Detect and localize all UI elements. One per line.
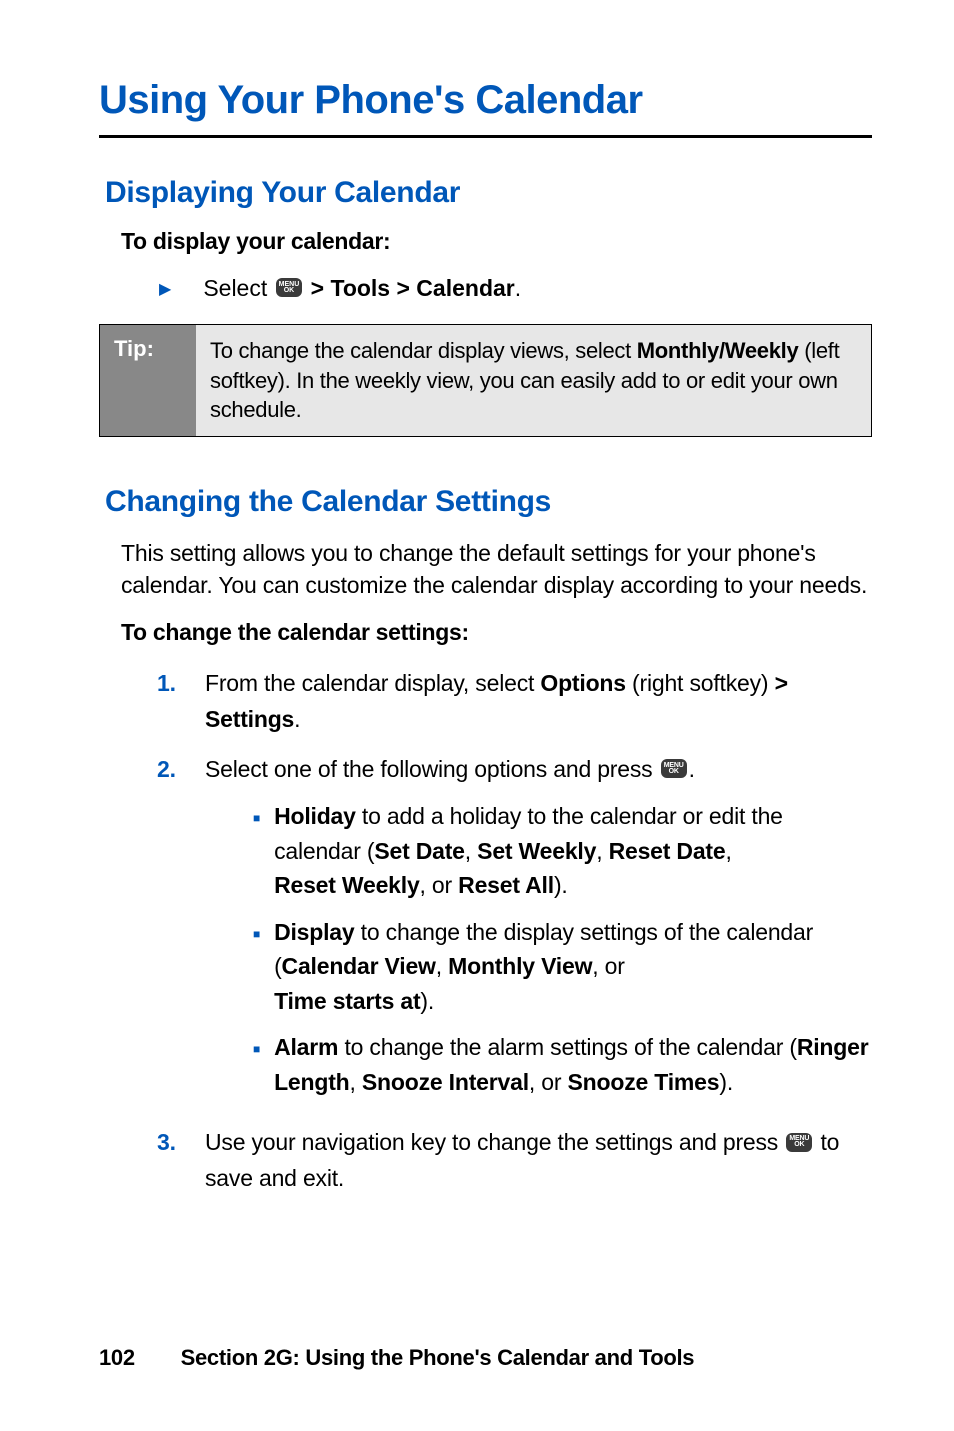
- section-heading-changing: Changing the Calendar Settings: [105, 485, 872, 519]
- list-number-3: 3.: [157, 1125, 205, 1196]
- list-item-2: 2. Select one of the following options a…: [157, 752, 872, 1112]
- square-icon: ■: [253, 809, 260, 903]
- list-content-3: Use your navigation key to change the se…: [205, 1125, 872, 1196]
- sub-item-display: ■ Display to change the display settings…: [253, 915, 872, 1019]
- sub-content-display: Display to change the display settings o…: [274, 915, 872, 1019]
- bullet-period: .: [515, 275, 521, 301]
- section-heading-displaying: Displaying Your Calendar: [105, 176, 872, 210]
- tip-bold: Monthly/Weekly: [637, 338, 799, 363]
- page-title: Using Your Phone's Calendar: [99, 78, 872, 138]
- square-icon: ■: [253, 925, 260, 1019]
- bullet-text: Select MENUOK > Tools > Calendar.: [203, 275, 521, 302]
- tip-content: To change the calendar display views, se…: [196, 325, 871, 436]
- bullet-prefix: Select: [203, 275, 273, 301]
- sub-item-holiday: ■ Holiday to add a holiday to the calend…: [253, 799, 872, 903]
- page-number: 102: [99, 1345, 135, 1370]
- triangle-icon: ▶: [159, 279, 171, 299]
- square-icon: ■: [253, 1040, 260, 1099]
- sub-list: ■ Holiday to add a holiday to the calend…: [253, 799, 872, 1099]
- sub-content-holiday: Holiday to add a holiday to the calendar…: [274, 799, 872, 903]
- menu-ok-icon: MENUOK: [661, 759, 687, 778]
- list-number-2: 2.: [157, 752, 205, 1112]
- tip-label: Tip:: [100, 325, 196, 436]
- list-content-2: Select one of the following options and …: [205, 752, 872, 1112]
- menu-ok-icon: MENUOK: [786, 1133, 812, 1152]
- sub-heading-display: To display your calendar:: [121, 228, 872, 255]
- tip-prefix: To change the calendar display views, se…: [210, 338, 637, 363]
- bullet-suffix: > Tools > Calendar: [304, 275, 514, 301]
- sub-item-alarm: ■ Alarm to change the alarm settings of …: [253, 1030, 872, 1099]
- page-footer: 102 Section 2G: Using the Phone's Calend…: [99, 1345, 694, 1371]
- bullet-row-select: ▶ Select MENUOK > Tools > Calendar.: [159, 275, 872, 302]
- numbered-list: 1. From the calendar display, select Opt…: [157, 666, 872, 1196]
- list-number-1: 1.: [157, 666, 205, 737]
- sub-content-alarm: Alarm to change the alarm settings of th…: [274, 1030, 872, 1099]
- sub-heading-change: To change the calendar settings:: [121, 619, 872, 646]
- list-item-1: 1. From the calendar display, select Opt…: [157, 666, 872, 737]
- footer-section: Section 2G: Using the Phone's Calendar a…: [181, 1345, 695, 1370]
- menu-ok-icon: MENUOK: [276, 278, 303, 297]
- intro-text: This setting allows you to change the de…: [121, 537, 872, 601]
- tip-box: Tip: To change the calendar display view…: [99, 324, 872, 437]
- list-item-3: 3. Use your navigation key to change the…: [157, 1125, 872, 1196]
- list-content-1: From the calendar display, select Option…: [205, 666, 872, 737]
